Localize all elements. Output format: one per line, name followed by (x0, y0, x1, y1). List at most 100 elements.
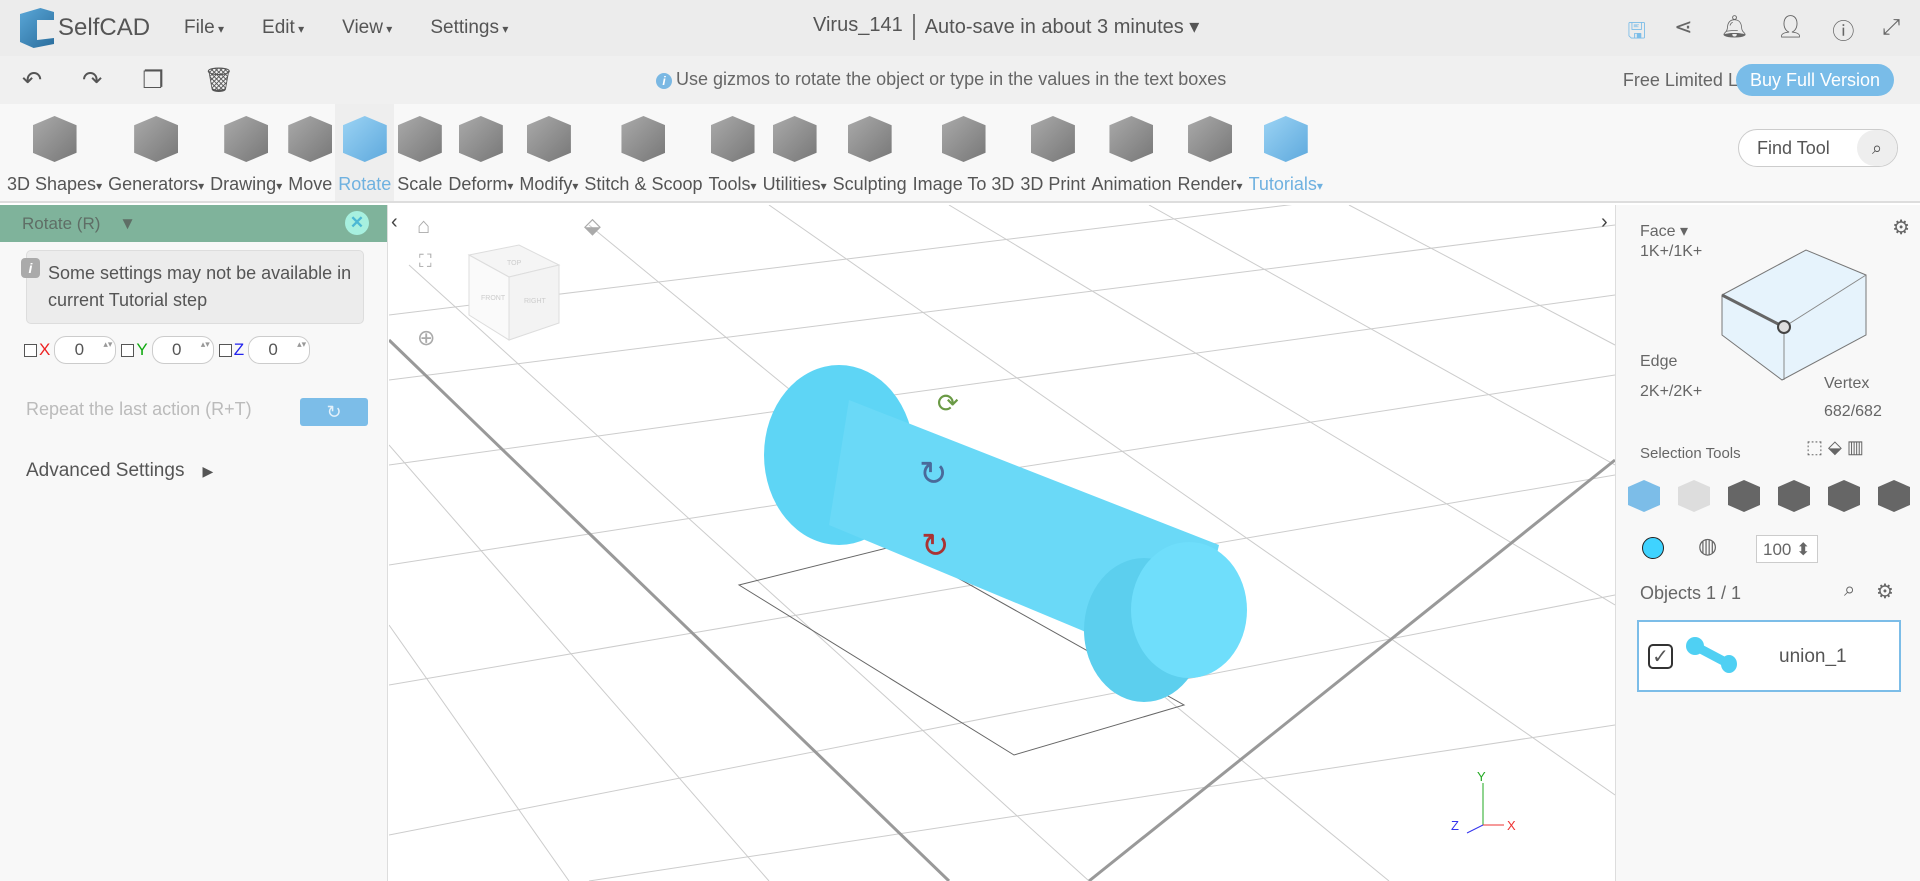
fullscreen-icon[interactable]: ⤢ (1882, 14, 1900, 52)
object-list-item[interactable]: ✓ union_1 (1637, 620, 1901, 692)
tool-modify[interactable]: Modify (516, 104, 581, 201)
home-icon[interactable]: ⌂ (417, 213, 430, 238)
selection-tools-label: Selection Tools (1640, 445, 1741, 462)
view-cube[interactable]: FRONT RIGHT TOP (467, 244, 561, 341)
menu-view[interactable]: View (342, 17, 392, 39)
info-icon[interactable]: ⓘ (1832, 14, 1854, 52)
info-icon: i (656, 73, 672, 89)
tool-label: 3D Print (1020, 174, 1086, 194)
orbit-icon[interactable]: ⊕ (417, 325, 435, 350)
find-tool-input[interactable]: Find Tool ⌕ (1738, 129, 1898, 167)
cube-right-label: RIGHT (524, 298, 547, 305)
edge-label[interactable]: Edge (1640, 353, 1677, 371)
tool-move[interactable]: Move (285, 104, 335, 201)
tool-tools[interactable]: Tools (706, 104, 760, 201)
z-checkbox[interactable] (218, 343, 232, 357)
fit-view-icon[interactable]: ⛶ (419, 251, 432, 271)
object-checkbox[interactable]: ✓ (1648, 644, 1673, 669)
buy-full-version-button[interactable]: Buy Full Version (1735, 64, 1894, 96)
face-mode-dropdown[interactable]: Face ▾ (1640, 221, 1688, 241)
gear-icon[interactable]: ⚙ (1892, 215, 1910, 240)
z-input[interactable]: 0 (248, 336, 311, 364)
vertex-label[interactable]: Vertex (1824, 375, 1869, 393)
x-input[interactable]: 0 (54, 336, 117, 364)
copy-icon[interactable]: ❐ (142, 66, 164, 95)
axis-indicator: Y X Z (1451, 769, 1516, 834)
close-icon[interactable]: ✕ (345, 211, 369, 235)
tool-icon (1109, 116, 1154, 162)
delete-icon[interactable]: 🗑︎ (204, 66, 234, 95)
tool-3d-print[interactable]: 3D Print (1017, 104, 1088, 201)
info-icon: i (21, 258, 40, 278)
undo-icon[interactable]: ↶ (22, 66, 42, 95)
menu-edit[interactable]: Edit (262, 17, 304, 39)
3d-viewport[interactable]: ⟳ ↻ ↻ FRONT RIGHT TOP ⌂ ⛶ ⊕ ⬙ ‹ › Y X Z (389, 205, 1615, 881)
search-icon[interactable]: ⌕ (1844, 579, 1855, 602)
tool-render[interactable]: Render (1174, 104, 1245, 201)
camera-cube-icon[interactable]: ⬙ (584, 213, 601, 238)
tool-label: Scale (397, 174, 443, 194)
top-bar: SelfCAD File Edit View Settings Virus_14… (0, 0, 1920, 56)
edge-count: 2K+/2K+ (1640, 383, 1703, 400)
project-title: Virus_141 Auto-save in about 3 minutes ▾ (813, 14, 1199, 40)
y-input[interactable]: 0 (151, 336, 214, 364)
scene[interactable]: ⟳ ↻ ↻ FRONT RIGHT TOP ⌂ ⛶ ⊕ ⬙ ‹ › Y X Z (389, 205, 1615, 881)
bell-icon[interactable]: 🔔︎ (1721, 14, 1749, 52)
autosave-dropdown[interactable]: Auto-save in about 3 minutes ▾ (925, 14, 1200, 40)
tool-drawing[interactable]: Drawing (207, 104, 285, 201)
color-swatch[interactable] (1642, 537, 1664, 559)
search-icon[interactable]: ⌕ (1857, 130, 1897, 166)
object-select-icon[interactable] (1628, 480, 1660, 512)
wireframe-select-icon[interactable] (1678, 480, 1710, 512)
tool-sculpting[interactable]: Sculpting (830, 104, 910, 201)
cube-top-label: TOP (507, 260, 522, 267)
tool-animation[interactable]: Animation (1088, 104, 1174, 201)
union-object[interactable] (764, 365, 1247, 702)
tool-icon (1188, 116, 1233, 162)
gear-icon[interactable]: ⚙ (1876, 579, 1894, 604)
axis-y-label: Y (1477, 769, 1486, 784)
opacity-input[interactable]: 100 ⬍ (1756, 535, 1818, 563)
tool-label: Render (1177, 174, 1242, 195)
tool-utilities[interactable]: Utilities (760, 104, 830, 201)
rotate-panel: Rotate (R) ▼ ✕ i Some settings may not be … (0, 205, 388, 881)
solid-select-icon[interactable] (1828, 480, 1860, 512)
rotate-x-gizmo[interactable]: ↻ (921, 527, 950, 565)
repeat-button[interactable]: ↻ (300, 398, 368, 426)
collapse-right-icon[interactable]: › (1601, 211, 1608, 233)
y-checkbox[interactable] (121, 343, 135, 357)
redo-icon[interactable]: ↷ (82, 66, 102, 95)
rotate-y-gizmo[interactable]: ⟳ (937, 388, 959, 418)
tool-scale[interactable]: Scale (394, 104, 445, 201)
cube-front-label: FRONT (481, 295, 506, 302)
user-icon[interactable]: 👤︎ (1776, 14, 1804, 52)
tool-icon (621, 116, 666, 162)
sphere-select-icon[interactable] (1778, 480, 1810, 512)
collapse-left-icon[interactable]: ‹ (391, 211, 398, 233)
menu-file[interactable]: File (184, 17, 224, 39)
menu-settings[interactable]: Settings (430, 17, 508, 39)
tool-deform[interactable]: Deform (445, 104, 516, 201)
project-name[interactable]: Virus_141 (813, 14, 903, 40)
tool-icon (224, 116, 269, 162)
selfcad-logo[interactable]: SelfCAD (20, 8, 150, 48)
tool-image-to-3d[interactable]: Image To 3D (910, 104, 1018, 201)
tool-3d-shapes[interactable]: 3D Shapes (4, 104, 105, 201)
box-select-icon[interactable]: ⬚ ⬙ ▥ (1806, 437, 1864, 458)
rotate-z-gizmo[interactable]: ↻ (919, 455, 948, 493)
tool-rotate[interactable]: Rotate (335, 104, 395, 201)
axis-z-label: Z (1451, 818, 1459, 833)
face-select-icon[interactable] (1728, 480, 1760, 512)
advanced-settings-toggle[interactable]: Advanced Settings ▶ (26, 460, 213, 482)
tool-generators[interactable]: Generators (105, 104, 207, 201)
tool-stitch-scoop[interactable]: Stitch & Scoop (581, 104, 705, 201)
plane-select-icon[interactable] (1878, 480, 1910, 512)
collapse-icon[interactable]: ▼ (119, 214, 136, 233)
tool-tutorials[interactable]: Tutorials (1246, 104, 1326, 201)
save-icon[interactable]: 🖫 (1627, 14, 1646, 52)
share-icon[interactable]: ⋖ (1674, 14, 1692, 52)
z-label: Z (233, 340, 245, 359)
x-checkbox[interactable] (24, 343, 37, 357)
material-icon[interactable]: ◍ (1698, 533, 1717, 559)
tool-label: Tutorials (1249, 174, 1323, 195)
